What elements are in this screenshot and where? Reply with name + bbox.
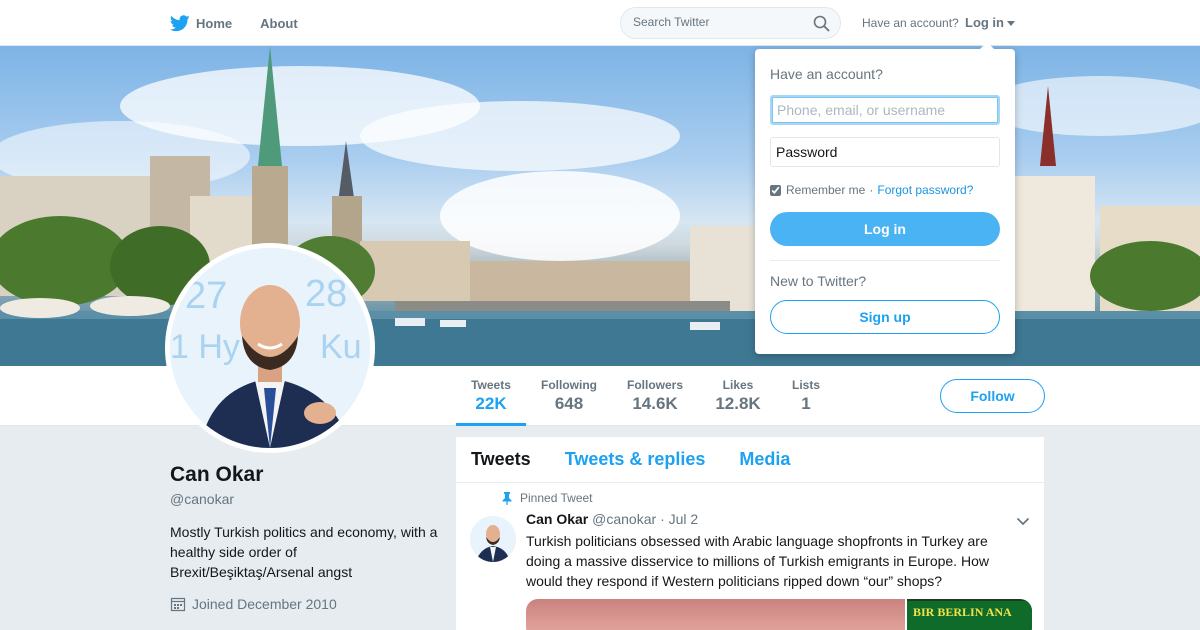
search-icon[interactable] [813, 15, 830, 37]
timeline-tabs: Tweets Tweets & replies Media [456, 437, 1044, 483]
tweet[interactable]: Pinned Tweet Can Okar @canokar · Jul 2 T… [456, 483, 1044, 630]
nav-about-link[interactable]: About [260, 16, 298, 31]
stat-following-label: Following [541, 378, 597, 392]
signup-button[interactable]: Sign up [770, 300, 1000, 334]
nav-about-label: About [260, 15, 298, 31]
profile-avatar[interactable]: 27 28 1 Hy Ku [165, 243, 375, 453]
svg-text:27: 27 [185, 275, 227, 317]
new-to-twitter-text: New to Twitter? [770, 273, 867, 289]
tweet-avatar[interactable] [470, 516, 516, 562]
avatar-photo: 27 28 1 Hy Ku [170, 248, 370, 448]
profile-joined: Joined December 2010 [170, 596, 337, 612]
have-account-text: Have an account? [862, 16, 959, 30]
profile-joined-text: Joined December 2010 [192, 596, 337, 612]
login-button[interactable]: Log in [770, 212, 1000, 246]
username-input[interactable] [770, 95, 1000, 125]
profile-name[interactable]: Can Okar [170, 463, 263, 487]
stat-followers-label: Followers [626, 378, 683, 392]
caret-down-icon [1007, 21, 1015, 26]
search-input[interactable] [633, 15, 813, 29]
stat-followers[interactable]: Followers 14.6K [620, 366, 690, 426]
top-navigation-bar: Home About Have an account? Log in [0, 0, 1200, 46]
stat-lists-label: Lists [791, 378, 820, 392]
stat-likes-label: Likes [722, 378, 754, 392]
tweet-header: Can Okar @canokar · Jul 2 [526, 511, 698, 527]
tweet-author-handle[interactable]: @canokar [592, 511, 656, 527]
remember-me-row: Remember me · Forgot password? [770, 183, 973, 197]
tweet-media-photo-1[interactable] [526, 599, 905, 630]
stat-tweets-label: Tweets [471, 378, 511, 392]
stat-likes-value: 12.8K [715, 394, 761, 413]
tab-media[interactable]: Media [739, 449, 790, 470]
remember-me-checkbox[interactable] [770, 184, 781, 196]
stat-lists-value: 1 [801, 394, 811, 413]
stat-following[interactable]: Following 648 [536, 366, 602, 426]
twitter-bird-icon [170, 14, 190, 32]
nav-home-label: Home [196, 15, 233, 31]
stat-following-value: 648 [554, 394, 584, 413]
stat-followers-value: 14.6K [632, 394, 678, 413]
login-dropdown: Have an account? Remember me · Forgot pa… [755, 42, 1015, 354]
remember-me-label[interactable]: Remember me [786, 183, 865, 197]
tweet-date[interactable]: Jul 2 [669, 511, 699, 527]
svg-text:Ku: Ku [320, 328, 362, 366]
pin-icon [502, 491, 512, 505]
svg-text:1 Hy: 1 Hy [170, 328, 240, 366]
tweet-header-separator: · [660, 511, 665, 527]
nav-left: Home About [170, 0, 326, 46]
media-shop-sign: BIR BERLIN ANA [907, 601, 1032, 630]
stat-lists[interactable]: Lists 1 [784, 366, 828, 426]
nav-home-link[interactable]: Home [170, 14, 233, 32]
tweet-author-name[interactable]: Can Okar [526, 511, 588, 527]
remember-separator: · [869, 183, 874, 197]
chevron-down-icon[interactable] [1016, 513, 1030, 531]
profile-bio: Mostly Turkish politics and economy, wit… [170, 524, 438, 580]
tab-tweets-and-replies[interactable]: Tweets & replies [565, 449, 706, 470]
calendar-icon [170, 596, 186, 612]
tweet-text: Turkish politicians obsessed with Arabic… [526, 533, 989, 589]
search-box [620, 7, 841, 39]
login-link-label: Log in [965, 15, 1004, 30]
stat-tweets[interactable]: Tweets 22K [456, 366, 526, 426]
login-dropdown-toggle[interactable]: Log in [965, 15, 1015, 30]
password-input[interactable] [770, 137, 1000, 167]
tab-tweets[interactable]: Tweets [471, 449, 531, 470]
stat-likes[interactable]: Likes 12.8K [706, 366, 770, 426]
login-dropdown-title: Have an account? [770, 66, 883, 82]
follow-button[interactable]: Follow [940, 379, 1045, 413]
tweet-media-photo-2[interactable]: BIR BERLIN ANA [907, 599, 1032, 630]
tweet-media[interactable]: BIR BERLIN ANA [526, 599, 1032, 630]
profile-handle[interactable]: @canokar [170, 491, 234, 507]
stat-tweets-value: 22K [475, 394, 507, 413]
pinned-label-text: Pinned Tweet [520, 491, 593, 505]
forgot-password-link[interactable]: Forgot password? [877, 183, 973, 197]
timeline: Tweets Tweets & replies Media Pinned Twe… [456, 437, 1044, 630]
dropdown-divider [770, 260, 1000, 261]
dropdown-notch [979, 42, 995, 50]
svg-text:28: 28 [305, 273, 347, 315]
pinned-tweet-label: Pinned Tweet [502, 491, 593, 505]
